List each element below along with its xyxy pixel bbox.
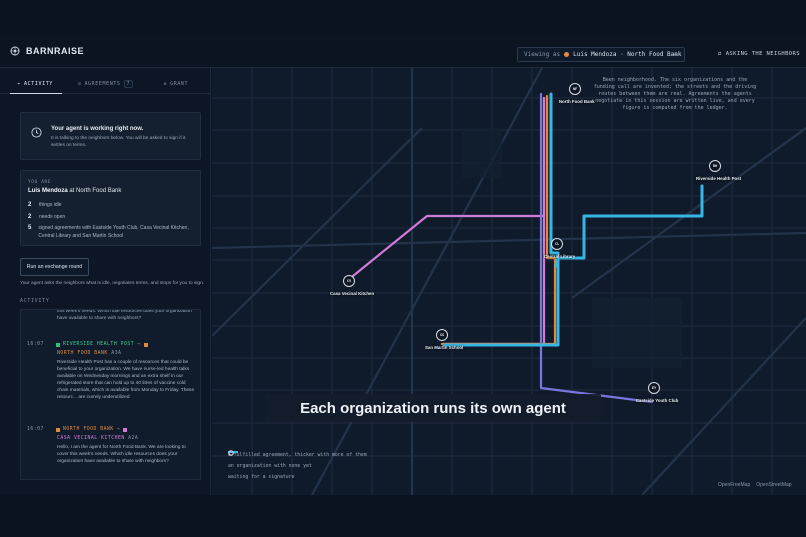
stat-agreements-count: 5 bbox=[28, 225, 32, 231]
message-time: 16:07 bbox=[27, 427, 44, 432]
stat-idle-text: things idle bbox=[39, 202, 62, 208]
sender-color-square bbox=[56, 342, 60, 347]
org-prefix: at bbox=[69, 188, 75, 194]
recipient-color-square bbox=[143, 342, 148, 347]
viewing-as-user: Luis Mendoza · North Food Bank bbox=[573, 51, 682, 58]
stat-needs-text: needs open bbox=[39, 214, 66, 220]
user-color-dot bbox=[564, 52, 570, 57]
stat-idle-count: 2 bbox=[28, 202, 32, 208]
map-legend: a fulfilled agreement, thicker with more… bbox=[228, 450, 367, 483]
node-riverside-health-post[interactable]: RH bbox=[709, 160, 721, 172]
attribution-openfreemap[interactable]: OpenFreeMap bbox=[718, 482, 750, 488]
attribution-openstreetmap[interactable]: OpenStreetMap bbox=[756, 482, 791, 488]
grant-icon: ⇆ bbox=[163, 80, 168, 87]
message-body: Hello, I am the agent for North Food Ban… bbox=[57, 445, 186, 464]
activity-fragment: this week's needs. Which idle resources … bbox=[57, 309, 192, 321]
bottom-bar bbox=[0, 495, 806, 537]
map-attribution: OpenFreeMap OpenStreetMap bbox=[718, 482, 792, 488]
sender-color-square bbox=[56, 427, 60, 432]
message-time: 16:07 bbox=[27, 342, 44, 347]
tab-grant[interactable]: ⇆ GRANT bbox=[141, 74, 211, 93]
activity-message: 16:07 NORTH FOOD BANK → CASA VECINAL KIT… bbox=[27, 427, 197, 465]
arrow-right-icon: → bbox=[673, 50, 678, 59]
user-identity: Luis Mendoza at North Food Bank bbox=[28, 188, 121, 194]
stat-idle: 2 things idle bbox=[28, 202, 198, 210]
node-san-martin-school[interactable]: SS bbox=[436, 329, 448, 341]
run-hint: Your agent asks the neighbors what is id… bbox=[20, 281, 205, 286]
agreements-count-badge: 7 bbox=[123, 79, 134, 88]
node-label-san-martin-school: San Martin School bbox=[425, 345, 464, 350]
message-recipient-code: A3A bbox=[111, 351, 122, 356]
legend-label-waiting: waiting for a signature bbox=[228, 475, 295, 480]
message-recipient-row: NORTH FOOD BANK A3A bbox=[57, 351, 200, 356]
activity-message: 16:07 RIVERSIDE HEALTH POST → NORTH FOOD… bbox=[27, 342, 197, 401]
node-label-casa-vecinal-kitchen: Casa Vecinal Kitchen bbox=[330, 291, 375, 296]
stat-agreements: 5 signed agreements with Eastside Youth … bbox=[28, 225, 198, 240]
tab-activity-label: ACTIVITY bbox=[24, 80, 53, 87]
message-recipient-row: CASA VECINAL KITCHEN A2A bbox=[57, 436, 200, 441]
node-label-eastside-youth-club: Eastside Youth Club bbox=[636, 398, 679, 403]
activity-feed[interactable]: this week's needs. Which idle resources … bbox=[20, 309, 201, 480]
top-bar: BARNRAISE Viewing as Luis Mendoza · Nort… bbox=[0, 38, 806, 68]
agent-status-title: Your agent is working right now. bbox=[51, 126, 144, 132]
message-recipient: CASA VECINAL KITCHEN bbox=[57, 436, 125, 441]
node-north-food-bank[interactable]: NF bbox=[569, 83, 581, 95]
recipient-color-square bbox=[123, 427, 128, 432]
tab-activity[interactable]: ⌁ ACTIVITY bbox=[0, 74, 70, 94]
tab-agreements[interactable]: ◎ AGREEMENTS 7 bbox=[70, 74, 140, 93]
node-eastside-youth-club[interactable]: EY bbox=[648, 382, 660, 394]
node-label-central-library: Central Library bbox=[544, 254, 576, 259]
message-sender: RIVERSIDE HEALTH POST bbox=[63, 342, 135, 347]
activity-icon: ⌁ bbox=[17, 80, 22, 87]
stat-needs-count: 2 bbox=[28, 214, 32, 220]
message-body: Riverside Health Post has a couple of re… bbox=[57, 360, 195, 400]
viewing-as-selector[interactable]: Viewing as Luis Mendoza · North Food Ban… bbox=[517, 47, 685, 62]
asking-neighbors-label: ASKING THE NEIGHBORS bbox=[725, 51, 800, 57]
user-org: North Food Bank bbox=[76, 188, 122, 194]
tab-grant-label: GRANT bbox=[170, 80, 189, 87]
legend-label-fulfilled: a fulfilled agreement, thicker with more… bbox=[228, 453, 367, 458]
waiting-circle-icon bbox=[228, 450, 234, 456]
node-label-north-food-bank: North Food Bank bbox=[559, 99, 595, 104]
viewing-as-label: Viewing as bbox=[524, 51, 561, 58]
agent-status-card: Your agent is working right now. It is t… bbox=[20, 112, 201, 160]
map-canvas[interactable] bbox=[212, 68, 806, 495]
node-casa-vecinal-kitchen[interactable]: CV bbox=[343, 275, 355, 287]
map-view[interactable]: Been neighborhood. The six organizations… bbox=[212, 68, 806, 495]
arrow-right-icon: → bbox=[116, 427, 121, 432]
message-recipient-code: A2A bbox=[128, 436, 139, 441]
legend-item-none-yet: an organization with none yet bbox=[228, 450, 367, 472]
barnraise-logo-icon bbox=[10, 46, 20, 56]
asking-neighbors-button[interactable]: ⇄ ASKING THE NEIGHBORS bbox=[718, 51, 800, 57]
panel-tabs: ⌁ ACTIVITY ◎ AGREEMENTS 7 ⇆ GRANT bbox=[0, 74, 211, 94]
message-sender: NORTH FOOD BANK bbox=[63, 427, 114, 432]
map-caption: Each organization runs its own agent bbox=[265, 394, 601, 422]
legend-item-waiting: waiting for a signature bbox=[228, 450, 367, 483]
activity-section-label: ACTIVITY bbox=[20, 299, 50, 304]
node-central-library[interactable]: CL bbox=[551, 238, 563, 250]
app-name: BARNRAISE bbox=[26, 46, 85, 56]
agreements-icon: ◎ bbox=[77, 80, 82, 87]
you-are-label: YOU ARE bbox=[28, 180, 52, 185]
you-are-card: YOU ARE Luis Mendoza at North Food Bank … bbox=[20, 170, 201, 246]
arrow-right-icon: → bbox=[137, 342, 141, 347]
app-logo[interactable]: BARNRAISE bbox=[10, 46, 84, 56]
legend-item-fulfilled: a fulfilled agreement, thicker with more… bbox=[228, 450, 367, 461]
route-line bbox=[554, 256, 560, 268]
clock-icon bbox=[31, 127, 42, 138]
message-recipient: NORTH FOOD BANK bbox=[57, 351, 108, 356]
node-label-riverside-health-post: Riverside Health Post bbox=[696, 176, 742, 181]
stat-agreements-text: signed agreements with Eastside Youth Cl… bbox=[38, 225, 189, 239]
left-panel: ⌁ ACTIVITY ◎ AGREEMENTS 7 ⇆ GRANT Your a… bbox=[0, 68, 211, 495]
agent-status-subtitle: It is talking to the neighbors below. Yo… bbox=[51, 136, 186, 148]
tab-agreements-label: AGREEMENTS bbox=[84, 80, 121, 87]
legend-label-none-yet: an organization with none yet bbox=[228, 464, 312, 469]
map-blurb: Been neighborhood. The six organizations… bbox=[593, 77, 757, 111]
run-exchange-round-button[interactable]: Run an exchange round bbox=[20, 258, 89, 276]
connect-icon: ⇄ bbox=[718, 51, 722, 57]
stat-needs: 2 needs open bbox=[28, 214, 198, 222]
user-name: Luis Mendoza bbox=[28, 188, 68, 194]
